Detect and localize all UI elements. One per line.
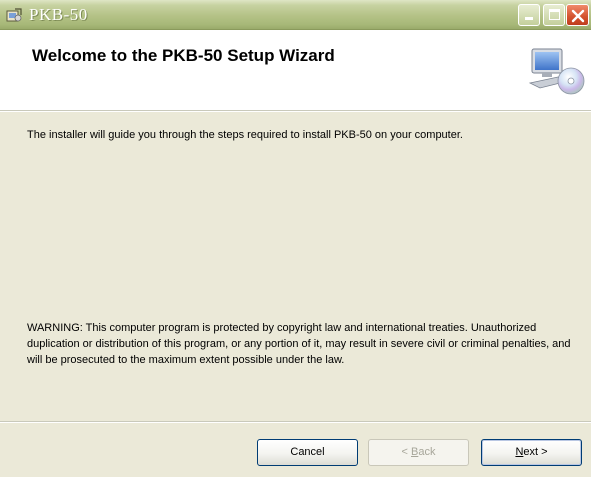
maximize-button[interactable] [543,4,565,26]
wizard-footer: Cancel < Back Next > [0,423,591,477]
next-label-rest: ext > [523,446,548,458]
back-label-rest: ack [418,446,436,458]
page-title: Welcome to the PKB-50 Setup Wizard [32,46,335,65]
maximize-icon [549,9,560,20]
window-title: PKB-50 [29,5,88,24]
minimize-icon [525,17,533,20]
close-button[interactable] [566,4,589,26]
wizard-content: The installer will guide you through the… [0,112,591,422]
close-icon [571,9,585,23]
cancel-button[interactable]: Cancel [257,439,358,466]
back-button[interactable]: < Back [368,439,469,466]
computer-cd-icon [528,47,586,97]
back-prefix: < [401,446,411,458]
setup-wizard-window: PKB-50 Welcome to the PKB-50 Setup Wizar… [0,0,591,477]
installer-icon[interactable] [6,8,22,23]
title-bar[interactable]: PKB-50 [0,0,591,30]
intro-text: The installer will guide you through the… [27,129,463,141]
next-button[interactable]: Next > [481,439,582,466]
wizard-banner: Welcome to the PKB-50 Setup Wizard [0,30,591,111]
copyright-warning: WARNING: This computer program is protec… [27,322,571,366]
minimize-button[interactable] [518,4,540,26]
